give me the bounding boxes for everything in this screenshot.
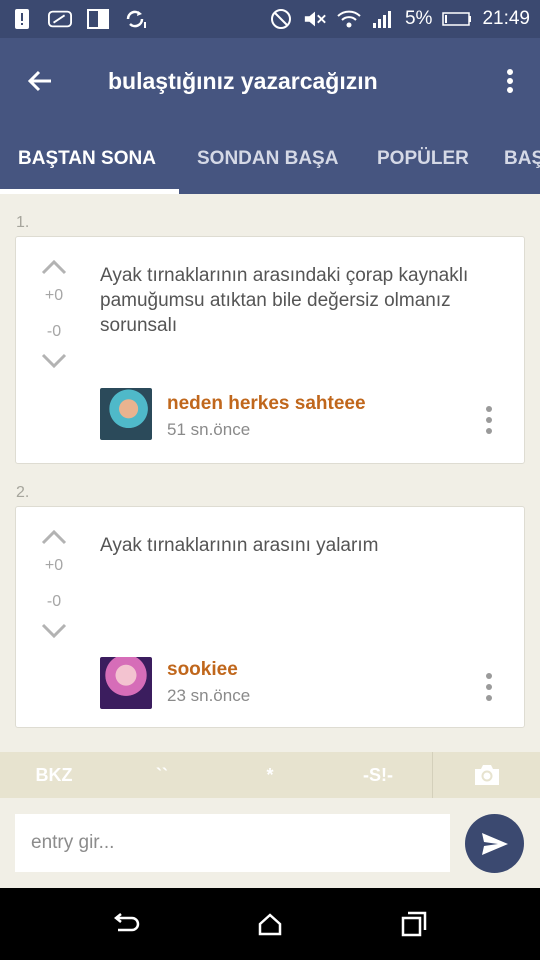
- composer: [0, 798, 540, 888]
- camera-button[interactable]: [433, 752, 540, 798]
- entry-number: 1.: [16, 214, 30, 231]
- do-not-disturb-icon: [269, 7, 293, 31]
- downvote-count: -0: [46, 323, 62, 340]
- entry-text: Ayak tırnaklarının arasını yalarım: [100, 535, 379, 556]
- spoiler-button[interactable]: -S!-: [324, 752, 432, 798]
- home-icon: [258, 913, 282, 936]
- upvote-count: +0: [44, 287, 64, 304]
- downvote-count: -0: [46, 593, 62, 610]
- recents-icon: [401, 911, 427, 937]
- page-title: bulaştığınız yazarcağızın: [108, 67, 378, 94]
- camera-icon: [474, 765, 499, 785]
- cast-icon: [48, 7, 72, 31]
- app-bar: bulaştığınız yazarcağızın: [0, 38, 540, 124]
- entry-text: Ayak tırnaklarının arasındaki çorap kayn…: [100, 265, 469, 336]
- nav-back-button[interactable]: [86, 888, 166, 960]
- author-name[interactable]: neden herkes sahteee: [167, 393, 366, 415]
- system-nav-bar: [0, 888, 540, 960]
- author-name[interactable]: sookiee: [167, 659, 238, 681]
- upvote-count: +0: [44, 557, 64, 574]
- vote-column: +0 -0: [16, 259, 92, 369]
- upvote-icon[interactable]: [41, 259, 67, 275]
- back-button[interactable]: [0, 38, 80, 124]
- entry-time: 23 sn.önce: [167, 686, 251, 705]
- send-icon: [481, 832, 508, 855]
- entry-number: 2.: [16, 484, 30, 501]
- nav-recents-button[interactable]: [374, 888, 454, 960]
- screen-icon: [86, 7, 110, 31]
- signal-icon: [371, 7, 395, 31]
- tab-populer[interactable]: POPÜLER: [377, 124, 469, 194]
- tab-bas[interactable]: BAŞ: [504, 124, 540, 194]
- entry-more-icon[interactable]: [484, 406, 494, 434]
- sync-icon: [124, 7, 148, 31]
- battery-percent: 5%: [404, 8, 433, 29]
- upvote-icon[interactable]: [41, 529, 67, 545]
- wifi-icon: [337, 7, 361, 31]
- entry-card: +0 -0 Ayak tırnaklarının arasındaki çora…: [15, 236, 525, 464]
- downvote-icon[interactable]: [41, 623, 67, 639]
- star-button[interactable]: *: [216, 752, 324, 798]
- vote-column: +0 -0: [16, 529, 92, 639]
- quote-button[interactable]: ``: [108, 752, 216, 798]
- tab-sondan-basa[interactable]: SONDAN BAŞA: [197, 124, 338, 194]
- nav-home-button[interactable]: [230, 888, 310, 960]
- clock: 21:49: [482, 8, 530, 29]
- tab-bar: BAŞTAN SONA SONDAN BAŞA POPÜLER BAŞ: [0, 124, 540, 194]
- battery-icon: [442, 7, 472, 31]
- entry-card: +0 -0 Ayak tırnaklarının arasını yalarım…: [15, 506, 525, 728]
- downvote-icon[interactable]: [41, 353, 67, 369]
- nav-back-icon: [113, 913, 140, 932]
- entry-more-icon[interactable]: [484, 673, 494, 701]
- status-bar: 5% 21:49: [0, 0, 540, 38]
- avatar[interactable]: [100, 657, 152, 709]
- send-button[interactable]: [465, 814, 524, 873]
- entry-time: 51 sn.önce: [167, 420, 251, 439]
- avatar[interactable]: [100, 388, 152, 440]
- bkz-button[interactable]: BKZ: [0, 752, 108, 798]
- tab-indicator: [0, 189, 179, 194]
- mute-icon: [303, 7, 327, 31]
- arrow-back-icon: [27, 70, 51, 92]
- alert-icon: [10, 7, 34, 31]
- tab-bastan-sona[interactable]: BAŞTAN SONA: [18, 124, 156, 194]
- format-toolbar: BKZ `` * -S!-: [0, 752, 540, 798]
- more-options-button[interactable]: [480, 38, 540, 124]
- more-vert-icon: [507, 69, 513, 93]
- entry-input[interactable]: [15, 814, 450, 872]
